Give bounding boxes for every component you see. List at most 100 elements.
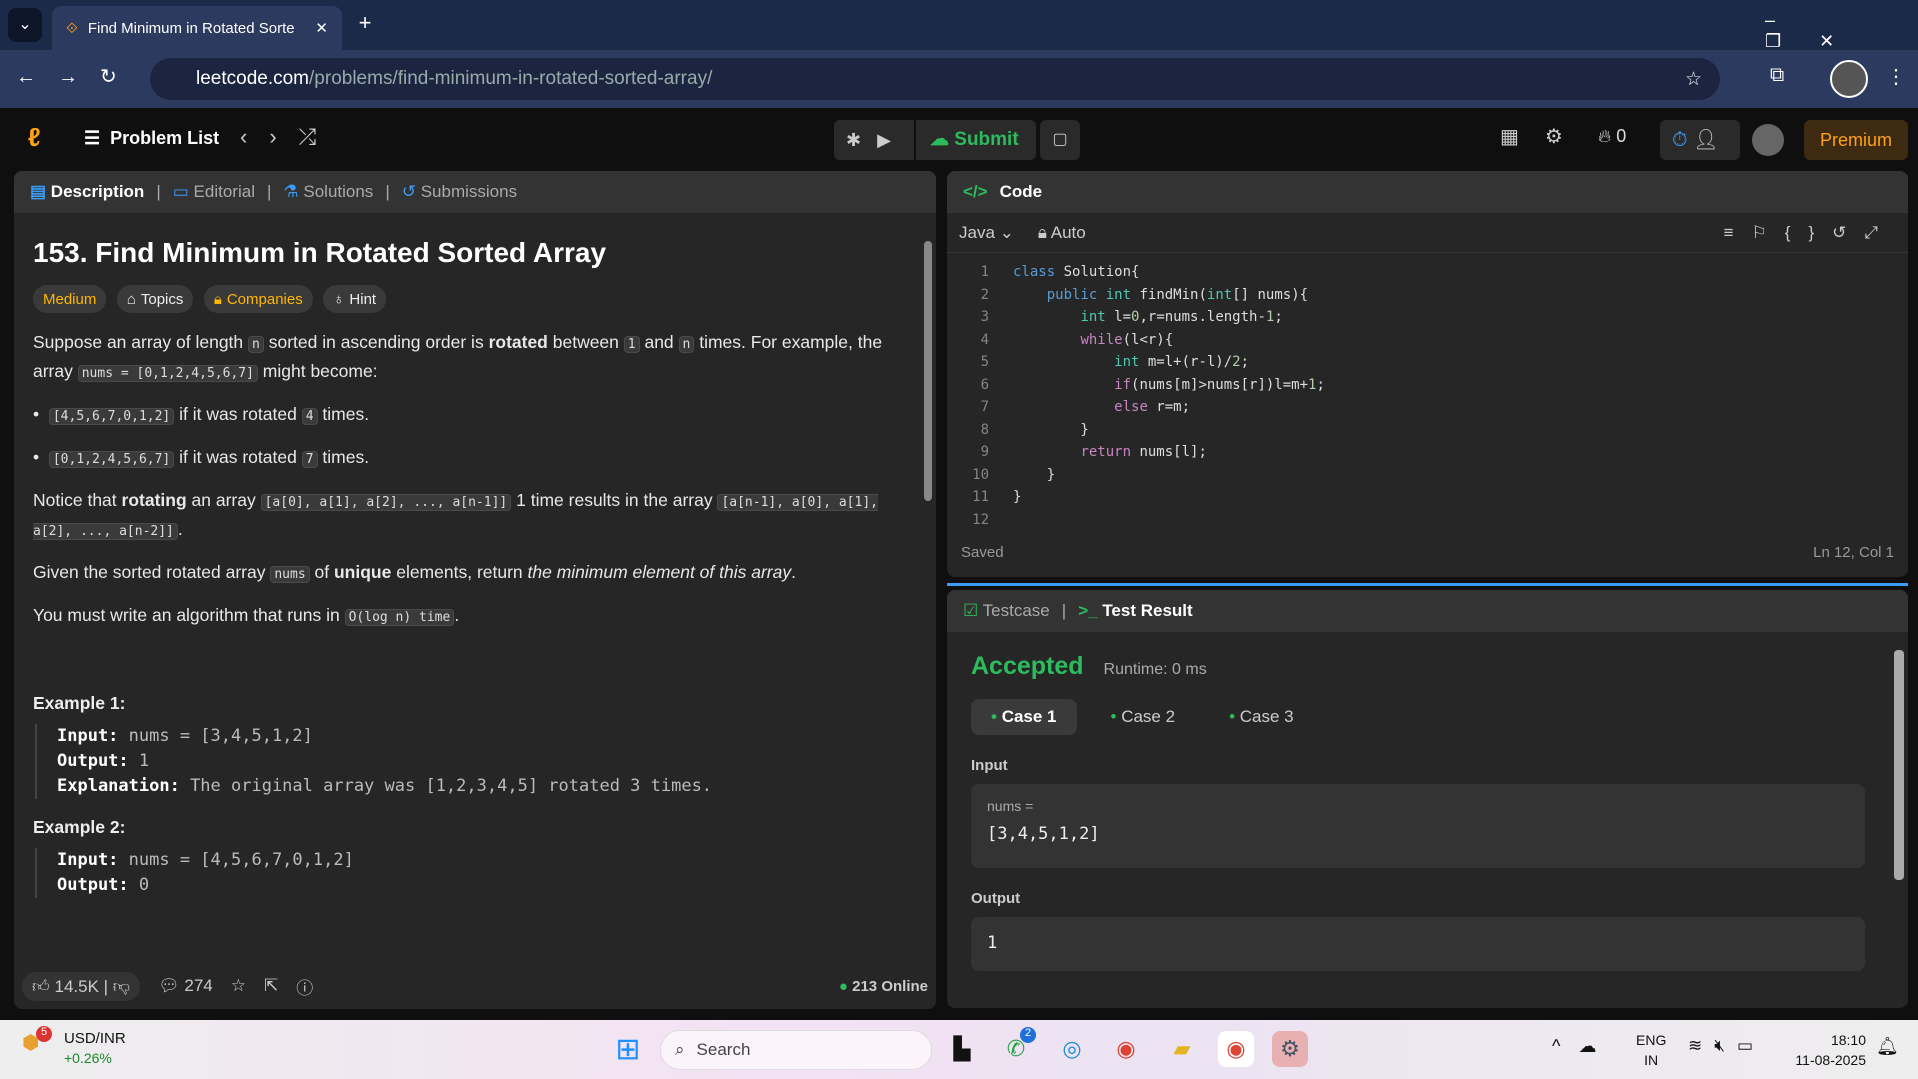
description-panel: ▤ Description | ▭ Editorial | ⚗ Solutions |… (14, 171, 936, 1009)
stocks-widget-icon[interactable]: ⬢ 5 (22, 1026, 52, 1055)
line-number: 7 (980, 399, 989, 415)
close-tab-icon[interactable]: ✕ (315, 19, 328, 37)
example-2: Input: nums = [4,5,6,7,0,1,2] Output: 0 (35, 848, 896, 898)
line-number: 6 (980, 376, 989, 393)
code-line: else r=m; (1114, 399, 1191, 415)
extensions-icon[interactable]: ⧉ (1770, 64, 1784, 87)
share-icon[interactable]: ⇱ (264, 976, 278, 996)
wifi-volume-battery-icons[interactable]: ≋🔇︎▭ (1688, 1036, 1765, 1056)
whatsapp-icon[interactable]: ✆ 2 (998, 1027, 1036, 1067)
list-icon: ☰ (84, 128, 101, 148)
like-button[interactable]: 👍︎ 14.5K | 👎︎ (22, 971, 141, 1001)
tab-testcase[interactable]: ☑ Testcase (963, 601, 1050, 621)
case-1-tab[interactable]: • Case 1 (971, 699, 1077, 735)
leetcode-favicon-icon: ⟐ (66, 19, 78, 37)
streak-counter[interactable]: 🔥︎ 0 (1598, 126, 1626, 147)
language-indicator[interactable]: ENG IN (1636, 1030, 1666, 1070)
ticker-name: USD/INR (64, 1030, 126, 1047)
chrome-active-icon[interactable]: ◉ (1218, 1031, 1254, 1067)
case-2-tab[interactable]: • Case 2 (1091, 699, 1196, 735)
notes-icon[interactable]: ▢ (1040, 120, 1080, 160)
hint-button[interactable]: ♁ Hint (323, 285, 387, 313)
language-select[interactable]: Java ⌄ (959, 223, 1014, 243)
tab-submissions[interactable]: ↺ Submissions (402, 182, 517, 202)
premium-button[interactable]: Premium (1804, 120, 1908, 160)
windows-start-icon[interactable]: ⊞ (610, 1031, 646, 1067)
browser-tab[interactable]: ⟐ Find Minimum in Rotated Sorte ✕ (52, 6, 342, 50)
submit-button[interactable]: ☁ Submit (916, 120, 1036, 160)
online-count: ● 213 Online (838, 977, 928, 995)
runtime: Runtime: 0 ms (1103, 661, 1207, 678)
url-input[interactable]: leetcode.com/problems/find-minimum-in-ro… (150, 58, 1720, 100)
bullet-1: • [4,5,6,7,0,1,2] if it was rotated 4 ti… (33, 404, 370, 425)
line-number: 3 (980, 309, 989, 325)
code-panel: </> Code Java ⌄ 🔒︎ Auto ≡⚐{}↺⤢ 1234567891… (947, 171, 1908, 577)
window-controls[interactable]: –❐✕ (1765, 10, 1918, 52)
help-icon[interactable]: ⓘ (296, 974, 313, 999)
settings-app-icon[interactable]: ⚙ (1272, 1031, 1308, 1067)
tab-solutions[interactable]: ⚗ Solutions (283, 182, 373, 202)
companies-button[interactable]: 🔒︎ Companies (203, 285, 313, 313)
menu-icon[interactable]: ⋮ (1886, 64, 1906, 89)
tab-editorial[interactable]: ▭ Editorial (173, 182, 255, 202)
description-tabs: ▤ Description | ▭ Editorial | ⚗ Solutions |… (14, 171, 936, 213)
cursor-position: Ln 12, Col 1 (1813, 544, 1894, 561)
tab-test-result[interactable]: >_ Test Result (1078, 601, 1193, 621)
output-box: 1 (971, 917, 1865, 971)
nav-back-forward-reload-icons[interactable]: ←→↻ (16, 64, 139, 89)
browser-tab-bar: ⌄ ⟐ Find Minimum in Rotated Sorte ✕ + –❐✕ (0, 0, 1918, 52)
tray-icons[interactable]: ^☁ (1552, 1036, 1614, 1057)
panel-resize-handle[interactable] (947, 583, 1908, 586)
code-line: } (1013, 466, 1056, 483)
prev-next-shuffle-icons[interactable]: ‹›⤮ (240, 124, 338, 150)
profile-avatar[interactable] (1830, 60, 1868, 98)
code-lines: class Solution{ public int findMin(int[]… (997, 261, 1325, 533)
line-number: 12 (972, 511, 989, 528)
paragraph-task: Given the sorted rotated array nums of u… (33, 562, 796, 583)
problem-list-button[interactable]: ☰ Problem List (84, 128, 219, 149)
comments-button[interactable]: 💬︎ 274 (158, 976, 213, 996)
save-status: Saved (961, 544, 1004, 561)
code-title: Code (999, 182, 1043, 201)
tab-search-icon[interactable]: ⌄ (8, 8, 42, 42)
taskbar-search[interactable]: ⌕ Search (660, 1030, 932, 1070)
clock[interactable]: 18:10 11-08-2025 (1786, 1030, 1866, 1070)
tab-description[interactable]: ▤ Description (30, 182, 144, 202)
line-number: 10 (972, 466, 989, 483)
line-number: 5 (980, 354, 989, 370)
code-editor[interactable]: 1 2 3 4 5 6 7 8 9 10 11 12 class Solution{ public i… (947, 253, 1908, 533)
leetcode-header: ℓ ☰ Problem List ‹›⤮ ✱▶ ☁ Submit ▢ ▦⚙ 🔥︎ … (0, 108, 1918, 170)
search-icon: ⌕ (675, 1040, 685, 1059)
timer-and-invite-icons[interactable]: ⏱ 👤︎ (1660, 120, 1740, 160)
file-explorer-icon[interactable]: ▰ (1164, 1031, 1200, 1067)
chrome-icon[interactable]: ◉ (1108, 1031, 1144, 1067)
problem-tags: Medium ⌂ Topics 🔒︎ Companies ♁ Hint (33, 285, 896, 313)
editor-toolbar-icons[interactable]: ≡⚐{}↺⤢ (1724, 223, 1896, 243)
description-footer: 👍︎ 14.5K | 👎︎ 💬︎ 274 ☆ ⇱ ⓘ ● 213 Online (14, 963, 936, 1009)
debug-run-buttons[interactable]: ✱▶ (834, 120, 914, 160)
line-number: 8 (980, 421, 989, 438)
notification-bell-icon[interactable]: 🔔︎ (1876, 1036, 1899, 1057)
bookmark-star-icon[interactable]: ☆ (1685, 68, 1702, 91)
leetcode-logo-icon[interactable]: ℓ (28, 122, 41, 153)
line-number: 9 (980, 444, 989, 460)
task-view-icon[interactable]: ▙ (944, 1031, 980, 1067)
auto-mode[interactable]: 🔒︎ Auto (1038, 223, 1086, 243)
input-box: nums = [3,4,5,1,2] (971, 784, 1865, 868)
line-number: 11 (972, 489, 989, 505)
favorite-icon[interactable]: ☆ (231, 976, 246, 996)
user-avatar[interactable] (1752, 124, 1784, 156)
paragraph-intro: Suppose an array of length n sorted in a… (33, 332, 883, 382)
description-scrollbar[interactable] (924, 221, 932, 961)
example-1: Input: nums = [3,4,5,1,2] Output: 1 Explan… (35, 724, 896, 799)
paragraph-complexity: You must write an algorithm that runs in… (33, 605, 460, 626)
edge-icon[interactable]: ◎ (1054, 1031, 1090, 1067)
new-tab-icon[interactable]: + (350, 10, 380, 40)
topics-button[interactable]: ⌂ Topics (116, 285, 194, 313)
result-scrollbar[interactable] (1894, 640, 1904, 980)
layout-settings-icons[interactable]: ▦⚙ (1500, 124, 1589, 149)
case-3-tab[interactable]: • Case 3 (1209, 699, 1314, 735)
example-2-title: Example 2: (33, 817, 126, 837)
line-numbers: 1 2 3 4 5 6 7 8 9 10 11 12 (947, 261, 997, 533)
